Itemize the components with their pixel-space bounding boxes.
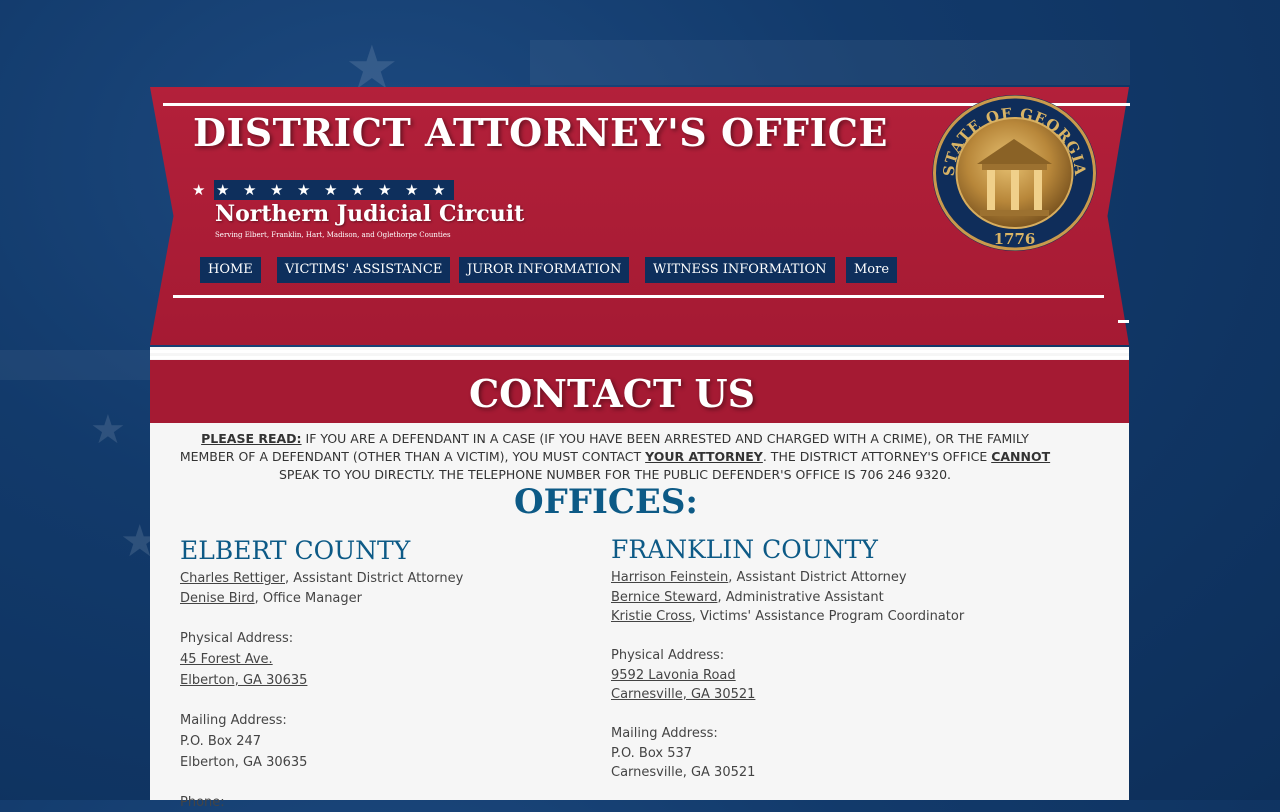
staff-row: Denise Bird, Office Manager xyxy=(180,589,463,609)
nav-witness-information[interactable]: WITNESS INFORMATION xyxy=(645,257,835,283)
staff-row: Bernice Steward, Administrative Assistan… xyxy=(611,588,964,608)
star-icon: ★ xyxy=(405,180,418,200)
notice-text: . THE DISTRICT ATTORNEY'S OFFICE xyxy=(763,449,991,464)
please-read-notice: PLEASE READ: IF YOU ARE A DEFENDANT IN A… xyxy=(175,430,1055,484)
notice-text: SPEAK TO YOU DIRECTLY. THE TELEPHONE NUM… xyxy=(279,467,951,482)
stars-bar: ★ ★ ★ ★ ★ ★ ★ ★ ★ xyxy=(214,180,454,200)
staff-row: Kristie Cross, Victims' Assistance Progr… xyxy=(611,607,964,627)
cannot-emphasis: CANNOT xyxy=(991,449,1050,464)
physical-address-label: Physical Address: xyxy=(180,628,463,649)
staff-role: , Office Manager xyxy=(255,591,362,606)
please-read-label: PLEASE READ: xyxy=(201,431,301,446)
site-title: DISTRICT ATTORNEY'S OFFICE xyxy=(193,110,888,155)
staff-name-link[interactable]: Kristie Cross xyxy=(611,609,692,624)
nav-juror-information[interactable]: JUROR INFORMATION xyxy=(459,257,629,283)
background-star-icon: ★ xyxy=(90,410,126,450)
physical-address-link[interactable]: 45 Forest Ave. xyxy=(180,652,273,667)
staff-row: Harrison Feinstein, Assistant District A… xyxy=(611,568,964,588)
mailing-address-city: Carnesville, GA 30521 xyxy=(611,763,964,783)
staff-name-link[interactable]: Bernice Steward xyxy=(611,590,717,605)
offices-heading: OFFICES: xyxy=(150,482,1062,522)
staff-name-link[interactable]: Denise Bird xyxy=(180,591,255,606)
staff-role: , Administrative Assistant xyxy=(717,590,883,605)
physical-address-city-link[interactable]: Carnesville, GA 30521 xyxy=(611,687,755,702)
background-flag-stripe xyxy=(530,40,1130,85)
phone-label: Phone: xyxy=(180,793,463,812)
staff-role: , Assistant District Attorney xyxy=(728,570,906,585)
star-icon: ★ xyxy=(378,180,391,200)
circuit-tagline: Serving Elbert, Franklin, Hart, Madison,… xyxy=(215,231,451,239)
star-icon: ★ xyxy=(324,180,337,200)
star-icon: ★ xyxy=(192,180,205,200)
mailing-address-line: P.O. Box 537 xyxy=(611,744,964,764)
your-attorney-emphasis: YOUR ATTORNEY xyxy=(645,449,763,464)
staff-name-link[interactable]: Harrison Feinstein xyxy=(611,570,728,585)
circuit-name: Northern Judicial Circuit xyxy=(215,201,524,227)
georgia-seal-logo: STATE OF GEORGIA 1776 xyxy=(932,94,1097,252)
nav-victims-assistance[interactable]: VICTIMS' ASSISTANCE xyxy=(277,257,450,283)
elbert-county-office: ELBERT COUNTY Charles Rettiger, Assistan… xyxy=(180,536,463,812)
star-icon: ★ xyxy=(216,180,229,200)
mailing-address-city: Elberton, GA 30635 xyxy=(180,752,463,773)
mailing-address-label: Mailing Address: xyxy=(180,710,463,731)
mailing-address-line: P.O. Box 247 xyxy=(180,731,463,752)
nav-home[interactable]: HOME xyxy=(200,257,261,283)
star-icon: ★ xyxy=(351,180,364,200)
staff-role: , Assistant District Attorney xyxy=(285,571,463,586)
physical-address-link[interactable]: 9592 Lavonia Road xyxy=(611,668,736,683)
staff-role: , Victims' Assistance Program Coordinato… xyxy=(692,609,964,624)
physical-address-city-link[interactable]: Elberton, GA 30635 xyxy=(180,673,307,688)
mailing-address-label: Mailing Address: xyxy=(611,724,964,744)
staff-row: Charles Rettiger, Assistant District Att… xyxy=(180,569,463,589)
physical-address-label: Physical Address: xyxy=(611,646,964,666)
star-icon: ★ xyxy=(432,180,445,200)
franklin-county-office: FRANKLIN COUNTY Harrison Feinstein, Assi… xyxy=(611,535,964,783)
county-name: ELBERT COUNTY xyxy=(180,536,463,565)
staff-name-link[interactable]: Charles Rettiger xyxy=(180,571,285,586)
county-name: FRANKLIN COUNTY xyxy=(611,535,964,564)
nav-more[interactable]: More xyxy=(846,257,897,283)
star-icon: ★ xyxy=(243,180,256,200)
seal-year: 1776 xyxy=(994,230,1036,248)
star-icon: ★ xyxy=(297,180,310,200)
page-title: CONTACT US xyxy=(0,371,1224,416)
star-icon: ★ xyxy=(270,180,283,200)
